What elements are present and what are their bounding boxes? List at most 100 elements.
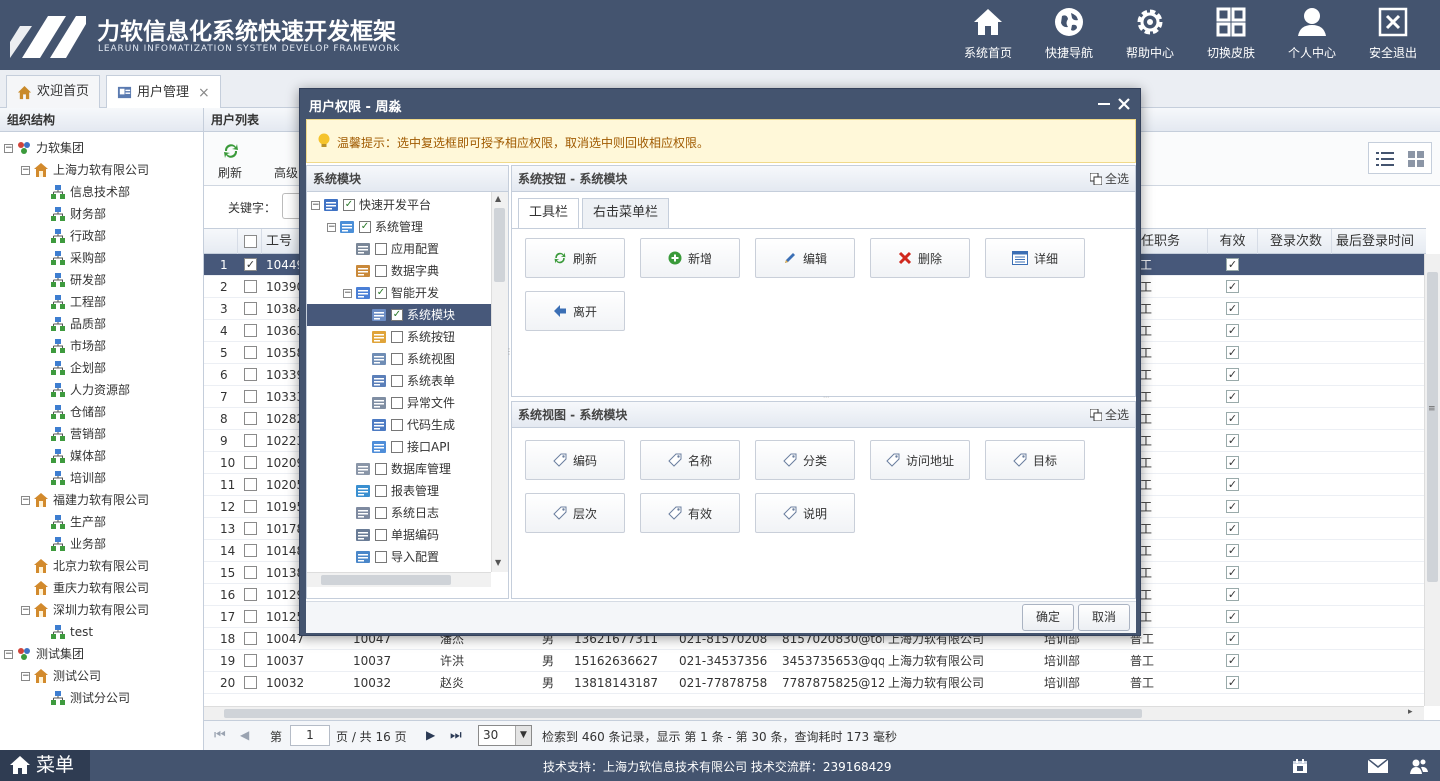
org-node[interactable]: 品质部 — [40, 313, 106, 335]
module-tree-node[interactable]: 报表管理 — [307, 480, 491, 502]
perm-button-leave[interactable]: 离开 — [525, 291, 625, 331]
view-column-button[interactable]: 名称 — [640, 440, 740, 480]
header-logins[interactable]: 登录次数 — [1258, 229, 1332, 255]
module-checkbox[interactable] — [391, 419, 403, 431]
view-column-button[interactable]: 访问地址 — [870, 440, 970, 480]
header-no[interactable]: 工号 — [262, 229, 304, 255]
module-tree-node[interactable]: 系统表单 — [307, 370, 491, 392]
module-checkbox[interactable] — [391, 353, 403, 365]
module-tree-node[interactable]: − ✓ 系统管理 — [307, 216, 491, 238]
view-select-all[interactable]: 全选 — [1089, 402, 1129, 428]
select-all-checkbox[interactable] — [244, 235, 257, 248]
org-node[interactable]: 企划部 — [40, 357, 106, 379]
collapse-icon[interactable]: − — [4, 143, 13, 153]
collapse-icon[interactable]: − — [311, 200, 320, 210]
row-checkbox[interactable] — [244, 522, 257, 535]
scroll-right-icon[interactable]: ▸ — [1408, 707, 1413, 717]
header-last-login[interactable]: 最后登录时间 — [1332, 229, 1426, 255]
org-node[interactable]: 重庆力软有限公司 — [21, 577, 149, 599]
header-position[interactable]: 任职务 — [1136, 229, 1208, 255]
collapse-icon[interactable]: − — [327, 222, 336, 232]
nav-logout[interactable]: 安全退出 — [1358, 0, 1428, 70]
table-row[interactable]: 20 10032 ✓ 10032 赵炎 男 13818143187 021-77878758 7… — [204, 672, 1426, 694]
row-checkbox[interactable] — [244, 654, 257, 667]
org-node[interactable]: 研发部 — [40, 269, 106, 291]
module-tree-node[interactable]: 数据库管理 — [307, 458, 491, 480]
org-node[interactable]: 生产部 — [40, 511, 106, 533]
module-tree-node[interactable]: − ✓ 智能开发 — [307, 282, 491, 304]
module-hscroll-thumb[interactable] — [321, 575, 451, 585]
module-checkbox[interactable] — [375, 265, 387, 277]
org-node[interactable]: − 福建力软有限公司 — [21, 489, 149, 511]
module-checkbox[interactable] — [375, 507, 387, 519]
tab-context-menu[interactable]: 右击菜单栏 — [582, 198, 670, 228]
tab-user-manage[interactable]: 用户管理 × — [106, 75, 221, 109]
module-vscroll-thumb[interactable] — [494, 208, 505, 282]
row-checkbox[interactable] — [244, 632, 257, 645]
list-view-icon[interactable] — [1376, 151, 1394, 167]
org-node[interactable]: 北京力软有限公司 — [21, 555, 149, 577]
vsplitter-grip-icon[interactable]: ⋮ — [505, 347, 513, 357]
module-tree-node[interactable]: − ✓ 快速开发平台 — [307, 194, 491, 216]
module-checkbox[interactable] — [375, 243, 387, 255]
collapse-icon[interactable]: − — [21, 605, 30, 615]
perm-button-delete[interactable]: 删除 — [870, 238, 970, 278]
close-icon[interactable] — [1118, 98, 1130, 110]
collapse-icon[interactable]: − — [21, 671, 30, 681]
module-tree-node[interactable]: 应用配置 — [307, 238, 491, 260]
table-row[interactable]: 19 10037 ✓ 10037 许洪 男 15162636627 021-34537356 3… — [204, 650, 1426, 672]
row-checkbox[interactable] — [244, 610, 257, 623]
module-vscroll[interactable]: ▲ ▼ — [491, 192, 508, 572]
perm-button-detail[interactable]: 详细 — [985, 238, 1085, 278]
module-tree-node[interactable]: 单据编码 — [307, 524, 491, 546]
header-valid[interactable]: 有效 — [1208, 229, 1258, 255]
mail-icon[interactable] — [1368, 759, 1388, 773]
module-checkbox[interactable] — [391, 397, 403, 409]
org-node[interactable]: − 力软集团 — [4, 137, 84, 159]
module-checkbox[interactable] — [391, 331, 403, 343]
module-checkbox[interactable] — [375, 529, 387, 541]
org-node[interactable]: 培训部 — [40, 467, 106, 489]
minimize-icon[interactable] — [1098, 98, 1110, 110]
collapse-icon[interactable]: − — [4, 649, 13, 659]
calendar-icon[interactable] — [1292, 758, 1308, 774]
tab-welcome[interactable]: 欢迎首页 — [6, 75, 101, 108]
org-node[interactable]: test — [40, 621, 93, 643]
vertical-scrollbar[interactable]: ≡ — [1424, 254, 1440, 706]
module-tree-node[interactable]: 异常文件 — [307, 392, 491, 414]
module-checkbox[interactable] — [375, 463, 387, 475]
org-node[interactable]: 市场部 — [40, 335, 106, 357]
hscroll-thumb[interactable] — [224, 709, 1142, 718]
view-column-button[interactable]: 目标 — [985, 440, 1085, 480]
view-column-button[interactable]: 编码 — [525, 440, 625, 480]
org-node[interactable]: 行政部 — [40, 225, 106, 247]
perm-button-refresh[interactable]: 刷新 — [525, 238, 625, 278]
first-page-icon[interactable]: ⏮ — [214, 728, 226, 743]
page-size-select[interactable]: 30 ▼ — [478, 725, 532, 746]
row-checkbox[interactable] — [244, 456, 257, 469]
page-input[interactable]: 1 — [290, 725, 330, 746]
collapse-icon[interactable]: − — [21, 165, 30, 175]
button-select-all[interactable]: 全选 — [1089, 166, 1129, 192]
module-checkbox[interactable]: ✓ — [375, 287, 387, 299]
module-checkbox[interactable]: ✓ — [391, 309, 403, 321]
module-tree-node[interactable]: 导入配置 — [307, 546, 491, 568]
module-checkbox[interactable] — [391, 375, 403, 387]
view-column-button[interactable]: 层次 — [525, 493, 625, 533]
module-checkbox[interactable]: ✓ — [343, 199, 355, 211]
org-node[interactable]: 财务部 — [40, 203, 106, 225]
row-checkbox[interactable] — [244, 434, 257, 447]
row-checkbox[interactable] — [244, 324, 257, 337]
row-checkbox[interactable] — [244, 280, 257, 293]
row-checkbox[interactable] — [244, 412, 257, 425]
org-node[interactable]: − 上海力软有限公司 — [21, 159, 149, 181]
tab-close-icon[interactable]: × — [198, 78, 210, 108]
perm-button-add[interactable]: 新增 — [640, 238, 740, 278]
scroll-down-icon[interactable]: ▼ — [495, 558, 501, 567]
refresh-button[interactable]: 刷新 — [206, 136, 254, 182]
nav-skin[interactable]: 切换皮肤 — [1196, 0, 1266, 70]
perm-button-edit[interactable]: 编辑 — [755, 238, 855, 278]
cancel-button[interactable]: 取消 — [1078, 604, 1130, 631]
org-node[interactable]: − 测试集团 — [4, 643, 84, 665]
row-checkbox[interactable] — [244, 478, 257, 491]
